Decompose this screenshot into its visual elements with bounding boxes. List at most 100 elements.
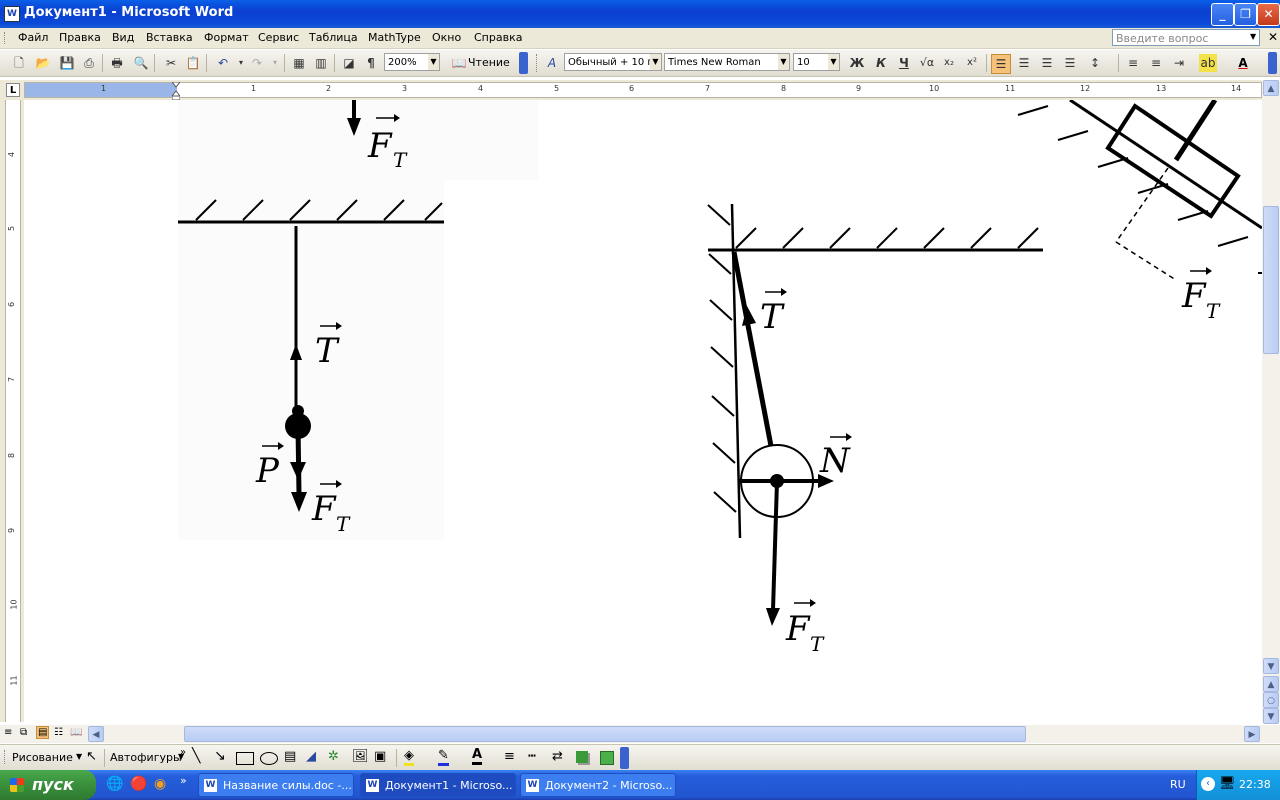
arrow-style-icon[interactable]: ⇄ <box>552 749 563 764</box>
indent-marker[interactable] <box>170 81 182 101</box>
vertical-scrollbar[interactable]: ▲ ▼ ▲ ○ ▼ <box>1262 80 1280 724</box>
vertical-ruler-strip[interactable]: 4 5 6 7 8 9 10 11 <box>5 100 21 722</box>
arrow-icon[interactable]: ↘ <box>214 748 226 764</box>
more-icon[interactable]: » <box>180 747 186 758</box>
show-marks-icon[interactable]: ¶ <box>362 54 380 72</box>
vertical-scroll-thumb[interactable] <box>1263 206 1279 354</box>
undo-icon[interactable]: ↶ <box>214 54 232 72</box>
tray-expand-icon[interactable]: ‹ <box>1201 777 1215 791</box>
quicklaunch-icon[interactable]: 🌐 <box>106 776 123 792</box>
scroll-down-icon[interactable]: ▼ <box>1263 658 1279 674</box>
menu-window[interactable]: Окно <box>432 31 461 44</box>
dash-style-icon[interactable]: ┅ <box>528 749 536 764</box>
styles-pane-icon[interactable]: A <box>543 54 561 72</box>
cut-icon[interactable]: ✂ <box>162 54 180 72</box>
document-page[interactable]: F T T P F T T N F T F T <box>24 100 1262 722</box>
picture-icon[interactable]: ▣ <box>374 749 386 764</box>
menu-edit[interactable]: Правка <box>59 31 101 44</box>
redo-dropdown-icon[interactable]: ▾ <box>266 54 284 72</box>
menu-tools[interactable]: Сервис <box>258 31 299 44</box>
subscript-icon[interactable]: x₂ <box>940 54 958 72</box>
wordart-icon[interactable]: ◢ <box>306 749 316 764</box>
menu-mathtype[interactable]: MathType <box>368 31 421 44</box>
horizontal-scroll-thumb[interactable] <box>184 726 1026 742</box>
browser-icon[interactable]: ◉ <box>154 776 166 792</box>
normal-view-icon[interactable]: ≡ <box>4 727 12 738</box>
scroll-up-icon[interactable]: ▲ <box>1263 80 1279 96</box>
ruler-strip[interactable]: 1 1 2 3 4 5 6 7 8 9 10 11 12 13 14 <box>24 82 1262 98</box>
3d-icon[interactable] <box>600 751 614 765</box>
menu-help[interactable]: Справка <box>474 31 522 44</box>
bullet-list-icon[interactable]: ≡ <box>1147 54 1165 72</box>
line-icon[interactable]: ╲ <box>192 748 200 764</box>
align-left-icon[interactable]: ☰ <box>991 54 1011 74</box>
autoshapes-menu[interactable]: Автофигуры <box>110 751 182 764</box>
print-layout-icon[interactable]: ▤ <box>36 726 50 739</box>
close-button[interactable]: ✕ <box>1257 3 1280 26</box>
insert-table-icon[interactable]: ▦ <box>290 54 308 72</box>
print-icon[interactable]: 🖶 <box>108 54 126 72</box>
rectangle-icon[interactable] <box>236 752 254 765</box>
taskbar-item-1[interactable]: W Документ1 - Microso... <box>360 773 516 797</box>
browse-object-icon[interactable]: ○ <box>1263 692 1279 708</box>
line-style-icon[interactable]: ≡ <box>504 749 515 764</box>
web-view-icon[interactable]: ⧉ <box>20 727 27 738</box>
redo-icon[interactable]: ↷ <box>248 54 266 72</box>
open-icon[interactable]: 📂 <box>34 54 52 72</box>
chevron-down-icon[interactable]: ▼ <box>76 752 82 761</box>
reading-mode-button[interactable]: Чтение <box>468 56 510 69</box>
ask-question-input[interactable]: Введите вопрос <box>1112 29 1260 46</box>
columns-icon[interactable]: ▥ <box>312 54 330 72</box>
superscript-icon[interactable]: x² <box>963 54 981 72</box>
paste-icon[interactable]: 📋 <box>184 54 202 72</box>
underline-button[interactable]: Ч <box>895 54 913 72</box>
opera-icon[interactable]: 🔴 <box>130 776 147 792</box>
fill-color-icon[interactable]: ◈ <box>404 749 414 766</box>
numbered-list-icon[interactable]: ≡ <box>1124 54 1142 72</box>
diagram-icon[interactable]: ✲ <box>328 749 339 764</box>
highlight-icon[interactable]: ab <box>1199 54 1217 72</box>
toolbar-options-icon[interactable] <box>519 52 528 74</box>
chevron-down-icon[interactable]: ▼ <box>650 54 661 70</box>
clipart-icon[interactable]: 🖼 <box>352 749 369 764</box>
tray-app-icon[interactable]: 🖥 <box>1219 776 1236 791</box>
justify-icon[interactable]: ☰ <box>1061 54 1079 72</box>
taskbar-item-2[interactable]: W Документ2 - Microso... <box>520 773 676 797</box>
language-indicator[interactable]: RU <box>1170 778 1186 791</box>
minimize-button[interactable]: _ <box>1211 3 1234 26</box>
drawing-icon[interactable]: ◪ <box>340 54 358 72</box>
reading-view-icon[interactable]: 📖 <box>70 727 82 738</box>
chevron-down-icon[interactable]: ▼ <box>828 54 839 70</box>
line-spacing-icon[interactable]: ↕ <box>1086 54 1104 72</box>
more-quicklaunch-icon[interactable]: » <box>180 774 187 787</box>
horizontal-scrollbar[interactable]: ≡ ⧉ ▤ ☷ 📖 ◀ ▶ <box>0 725 1280 743</box>
menu-view[interactable]: Вид <box>112 31 134 44</box>
scroll-right-icon[interactable]: ▶ <box>1244 726 1260 742</box>
textbox-icon[interactable]: ▤ <box>284 749 296 764</box>
bold-button[interactable]: Ж <box>848 54 866 72</box>
scroll-left-icon[interactable]: ◀ <box>88 726 104 742</box>
taskbar-item-0[interactable]: W Название силы.doc -... <box>198 773 354 797</box>
start-button[interactable]: пуск <box>0 770 96 800</box>
italic-button[interactable]: К <box>872 54 890 72</box>
outline-view-icon[interactable]: ☷ <box>54 727 63 738</box>
print-preview-icon[interactable]: 🔍 <box>132 54 150 72</box>
new-doc-icon[interactable]: 🗋 <box>10 54 28 72</box>
zoom-select[interactable]: 200% ▼ <box>384 53 440 71</box>
shadow-icon[interactable] <box>576 751 588 763</box>
chevron-down-icon[interactable]: ▼ <box>428 54 439 70</box>
next-page-icon[interactable]: ▼ <box>1263 708 1279 724</box>
font-color-icon[interactable]: A <box>1234 54 1252 72</box>
indent-icon[interactable]: ⇥ <box>1170 54 1188 72</box>
menu-file[interactable]: Файл <box>18 31 48 44</box>
prev-page-icon[interactable]: ▲ <box>1263 676 1279 692</box>
line-color-icon[interactable]: ✎ <box>438 749 449 766</box>
reading-icon[interactable]: 📖 <box>450 54 468 72</box>
toolbar-options-icon[interactable] <box>1268 52 1277 74</box>
toolbar-options-icon[interactable] <box>620 747 629 769</box>
menu-table[interactable]: Таблица <box>309 31 358 44</box>
menu-format[interactable]: Формат <box>204 31 249 44</box>
save-icon[interactable]: 💾 <box>58 54 76 72</box>
font-select[interactable]: Times New Roman ▼ <box>664 53 790 71</box>
align-right-icon[interactable]: ☰ <box>1038 54 1056 72</box>
